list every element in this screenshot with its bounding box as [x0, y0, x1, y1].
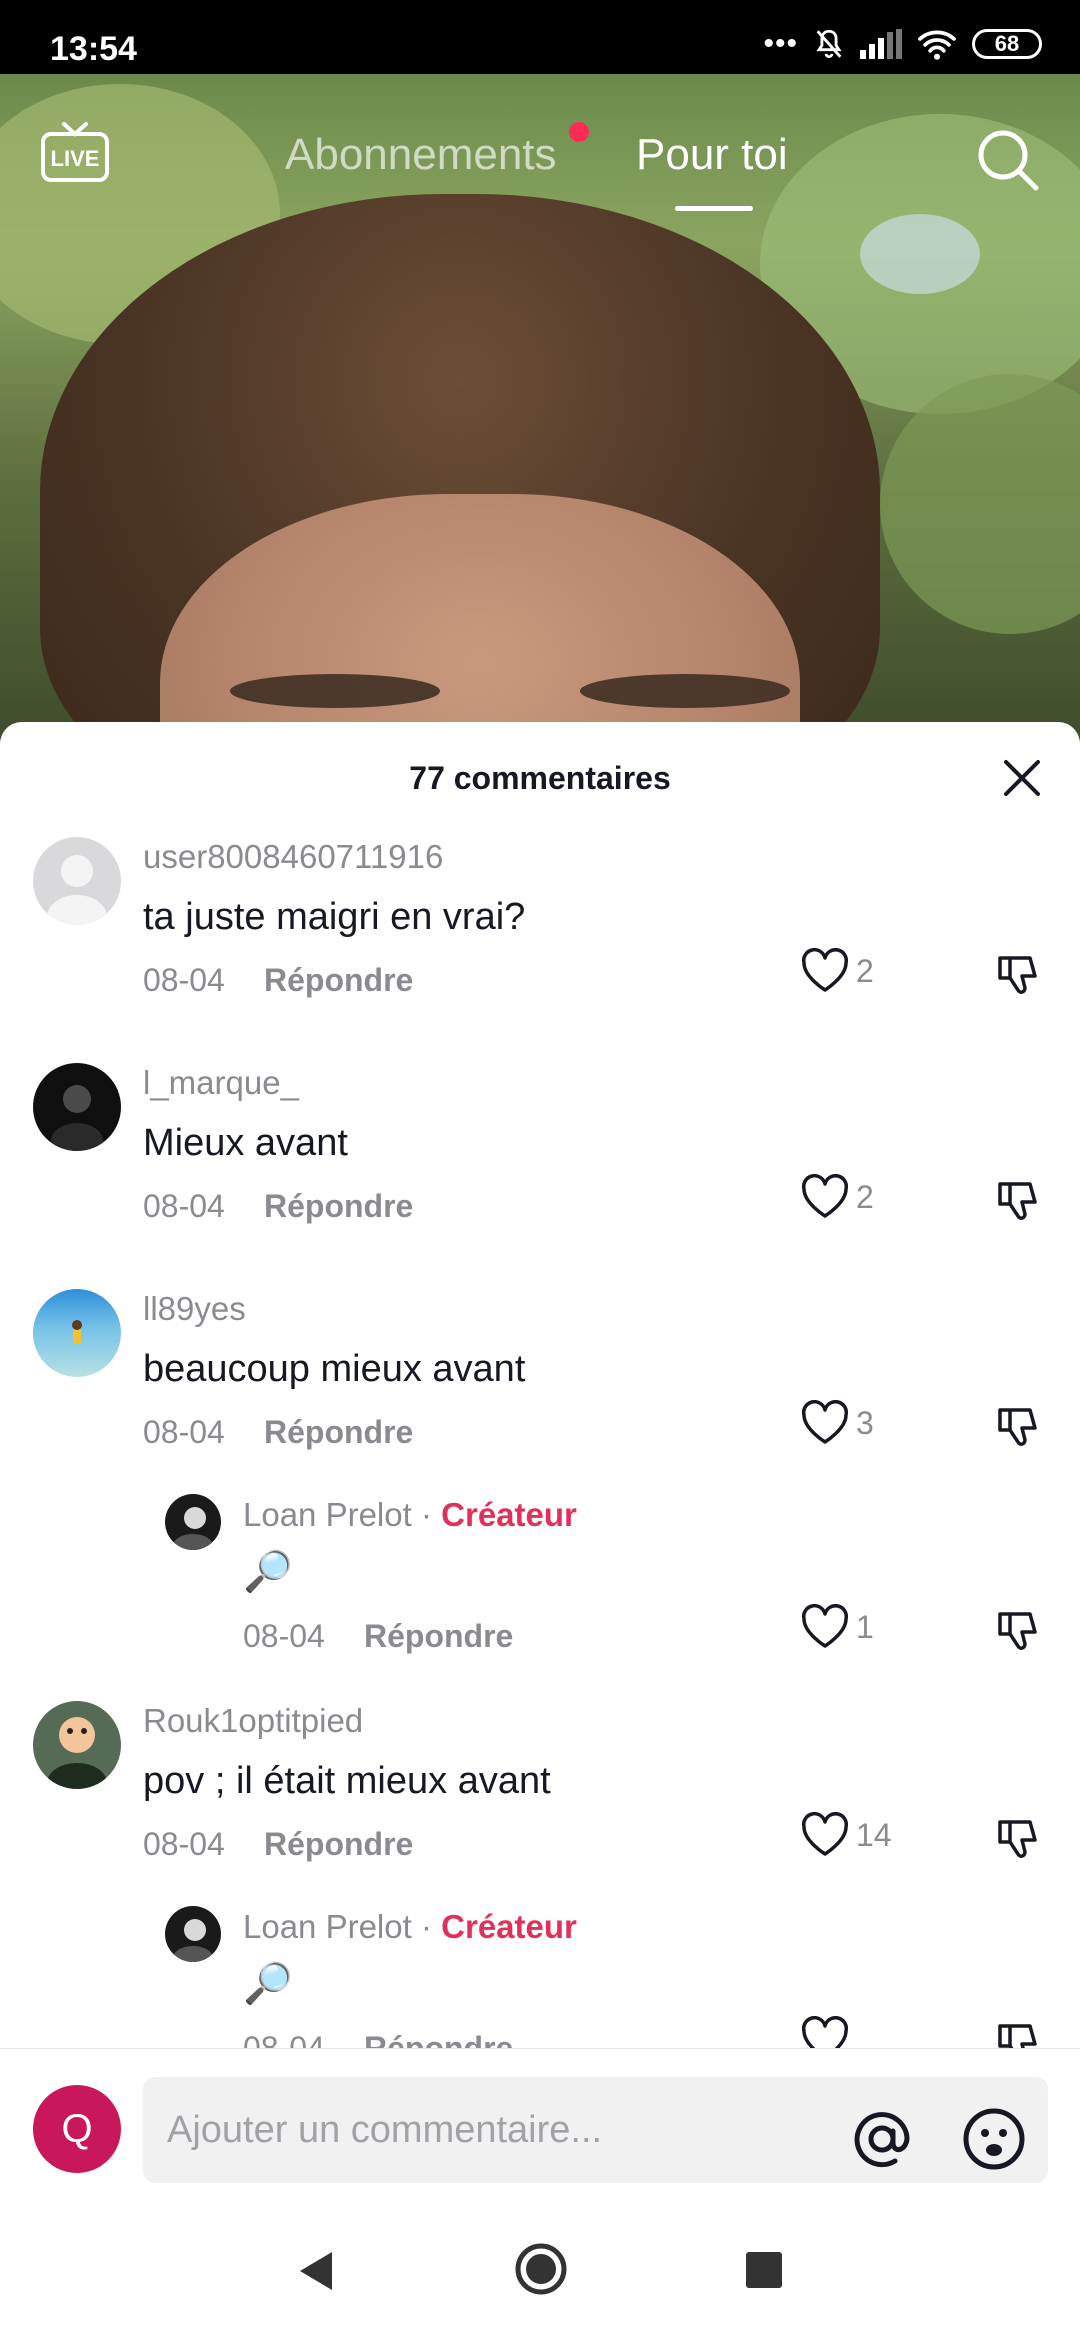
- comment-username[interactable]: Rouk1optitpied: [143, 1702, 363, 1740]
- top-navigation: LIVE Abonnements Pour toi: [0, 74, 1080, 224]
- comment-text: beaucoup mieux avant: [143, 1348, 526, 1390]
- heart-icon: [801, 1812, 849, 1856]
- bell-muted-icon: [816, 29, 842, 59]
- search-icon[interactable]: [974, 126, 1040, 192]
- comment-username[interactable]: l_marque_: [143, 1064, 299, 1102]
- like-count: 3: [856, 1404, 874, 1441]
- comment-date: 08-04: [243, 2030, 325, 2048]
- like-button[interactable]: 1: [800, 1604, 874, 1650]
- reply-text: 🔎: [243, 1550, 293, 1594]
- comment-date: 08-04: [143, 1414, 225, 1450]
- like-count: 2: [856, 952, 874, 989]
- reply-button[interactable]: Répondre: [264, 1188, 413, 1225]
- battery-icon: 68: [972, 29, 1042, 59]
- recent-apps-icon[interactable]: [746, 2252, 782, 2288]
- heart-icon: [801, 2016, 849, 2048]
- like-count: 1: [856, 1608, 874, 1645]
- reply-author-name[interactable]: Loan Prelot: [243, 1908, 412, 1945]
- active-tab-indicator: [675, 206, 753, 211]
- comments-count-title: 77 commentaires: [409, 760, 671, 796]
- reply-username: Loan Prelot · Créateur: [243, 1496, 577, 1533]
- reply-button[interactable]: Répondre: [264, 962, 413, 999]
- reply-username: Loan Prelot · Créateur: [243, 1908, 577, 1945]
- like-button[interactable]: [800, 2016, 850, 2048]
- reply-button[interactable]: Répondre: [264, 1414, 413, 1451]
- back-icon[interactable]: [296, 2248, 336, 2294]
- creator-badge: Créateur: [441, 1496, 577, 1533]
- dislike-icon[interactable]: [994, 1816, 1042, 1864]
- status-time: 13:54: [50, 30, 137, 68]
- live-icon[interactable]: LIVE: [40, 122, 110, 184]
- close-icon[interactable]: [1002, 758, 1042, 798]
- comment-date: 08-04: [143, 962, 225, 998]
- comment-date: 08-04: [143, 1826, 225, 1862]
- comment-username[interactable]: user8008460711916: [143, 838, 443, 876]
- like-button[interactable]: 3: [800, 1400, 874, 1446]
- home-icon[interactable]: [514, 2242, 568, 2296]
- avatar[interactable]: [33, 837, 121, 925]
- comment-date: 08-04: [143, 1188, 225, 1224]
- user-avatar[interactable]: Q: [33, 2085, 121, 2173]
- tab-abonnements[interactable]: Abonnements: [285, 130, 557, 180]
- creator-badge: Créateur: [441, 1908, 577, 1945]
- like-button[interactable]: 2: [800, 1174, 874, 1220]
- like-count: 14: [856, 1816, 892, 1853]
- like-button[interactable]: 2: [800, 948, 874, 994]
- comment-date: 08-04: [243, 1618, 325, 1654]
- more-dots-icon: •••: [763, 27, 798, 60]
- heart-icon: [801, 1604, 849, 1648]
- avatar[interactable]: [33, 1063, 121, 1151]
- comment-text: pov ; il était mieux avant: [143, 1760, 551, 1802]
- like-count: 2: [856, 1178, 874, 1215]
- comment-input[interactable]: [167, 2077, 847, 2183]
- reply-text: 🔎: [243, 1962, 293, 2006]
- live-label: LIVE: [51, 146, 100, 171]
- reply-button[interactable]: Répondre: [364, 1618, 513, 1655]
- dislike-icon[interactable]: [994, 1608, 1042, 1656]
- comment-input-bar: Q: [0, 2048, 1080, 2208]
- dislike-icon[interactable]: [994, 1178, 1042, 1226]
- tab-pour-toi[interactable]: Pour toi: [636, 130, 788, 180]
- system-navigation-bar: [0, 2208, 1080, 2340]
- reply-button[interactable]: Répondre: [264, 1826, 413, 1863]
- avatar[interactable]: [165, 1494, 221, 1550]
- like-button[interactable]: 14: [800, 1812, 892, 1858]
- heart-icon: [801, 1174, 849, 1218]
- avatar[interactable]: [165, 1906, 221, 1962]
- status-icons: ••• 68: [763, 24, 1042, 64]
- comment-text: Mieux avant: [143, 1122, 348, 1164]
- comment-username[interactable]: ll89yes: [143, 1290, 246, 1328]
- avatar[interactable]: [33, 1289, 121, 1377]
- reply-button[interactable]: Répondre: [364, 2030, 513, 2048]
- heart-icon: [801, 1400, 849, 1444]
- comments-sheet: 77 commentaires user8008460711916 ta jus…: [0, 722, 1080, 2048]
- dislike-icon[interactable]: [994, 1404, 1042, 1452]
- emoji-icon[interactable]: [960, 2105, 1028, 2173]
- comment-text: ta juste maigri en vrai?: [143, 896, 526, 938]
- avatar[interactable]: [33, 1701, 121, 1789]
- mention-icon[interactable]: [848, 2105, 916, 2173]
- dislike-icon[interactable]: [994, 2020, 1042, 2048]
- signal-icon: [860, 29, 902, 59]
- heart-icon: [801, 948, 849, 992]
- notification-dot: [569, 122, 589, 142]
- status-bar: 13:54 ••• 68: [0, 0, 1080, 74]
- reply-author-name[interactable]: Loan Prelot: [243, 1496, 412, 1533]
- wifi-icon: [918, 30, 956, 60]
- dislike-icon[interactable]: [994, 952, 1042, 1000]
